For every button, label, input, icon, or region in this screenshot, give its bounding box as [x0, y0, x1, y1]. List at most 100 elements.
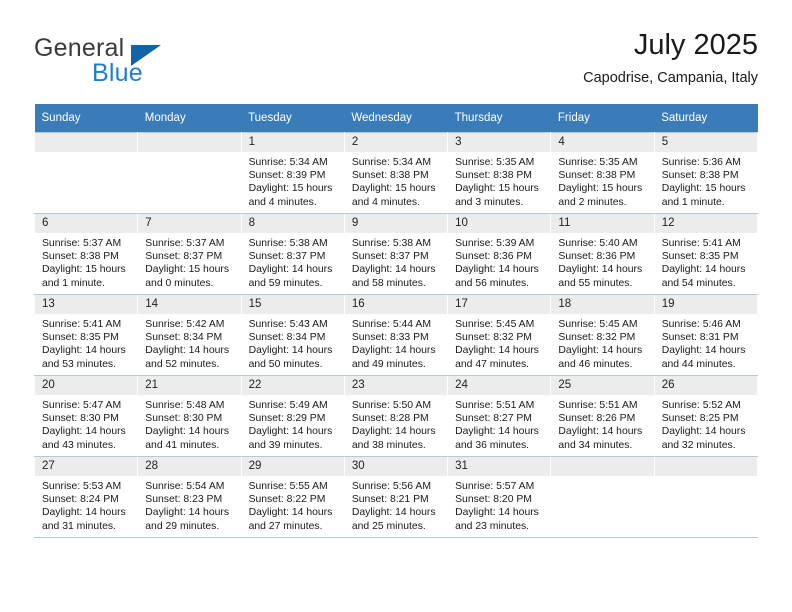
calendar-day-cell[interactable]: 15 Sunrise: 5:43 AM Sunset: 8:34 PM Dayligh… — [240, 294, 345, 376]
calendar-day-cell[interactable]: 23 Sunrise: 5:50 AM Sunset: 8:28 PM Dayligh… — [343, 375, 449, 457]
sunset-text: Sunset: 8:37 PM — [145, 251, 223, 263]
daylight-text: Daylight: 14 hours and 56 minutes. — [455, 264, 539, 289]
day-sun-info: Sunrise: 5:46 AM Sunset: 8:31 PM Daylight:… — [655, 314, 757, 371]
sunrise-text: Sunrise: 5:37 AM — [42, 238, 122, 249]
day-cell-inner: 18 Sunrise: 5:45 AM Sunset: 8:32 PM Dayligh… — [551, 295, 654, 375]
day-cell-inner: 22 Sunrise: 5:49 AM Sunset: 8:29 PM Dayligh… — [241, 376, 344, 456]
calendar-day-cell[interactable]: 13 Sunrise: 5:41 AM Sunset: 8:35 PM Dayligh… — [33, 294, 139, 376]
day-sun-info: Sunrise: 5:56 AM Sunset: 8:21 PM Daylight:… — [345, 476, 447, 533]
calendar-day-cell-empty — [550, 456, 655, 538]
calendar-day-cell[interactable]: 21 Sunrise: 5:48 AM Sunset: 8:30 PM Dayligh… — [137, 375, 242, 457]
day-number: 14 — [138, 295, 241, 314]
day-number: 16 — [344, 295, 448, 314]
calendar-day-cell[interactable]: 18 Sunrise: 5:45 AM Sunset: 8:32 PM Dayligh… — [550, 294, 655, 376]
day-cell-inner: 4 Sunrise: 5:35 AM Sunset: 8:38 PM Daylight… — [551, 133, 654, 213]
day-cell-inner: 21 Sunrise: 5:48 AM Sunset: 8:30 PM Dayligh… — [138, 376, 241, 456]
calendar-day-cell[interactable]: 26 Sunrise: 5:52 AM Sunset: 8:25 PM Dayligh… — [653, 375, 759, 457]
calendar-day-cell[interactable]: 9 Sunrise: 5:38 AM Sunset: 8:37 PM Daylight… — [343, 213, 449, 295]
calendar-day-cell[interactable]: 7 Sunrise: 5:37 AM Sunset: 8:37 PM Daylight… — [137, 213, 242, 295]
daylight-text: Daylight: 14 hours and 39 minutes. — [248, 426, 333, 451]
calendar-day-cell[interactable]: 31 Sunrise: 5:57 AM Sunset: 8:20 PM Dayligh… — [447, 456, 552, 538]
sunset-text: Sunset: 8:28 PM — [351, 413, 429, 425]
sunset-text: Sunset: 8:32 PM — [558, 332, 636, 344]
sunrise-text: Sunrise: 5:48 AM — [145, 400, 225, 411]
calendar-day-cell[interactable]: 25 Sunrise: 5:51 AM Sunset: 8:26 PM Dayligh… — [550, 375, 655, 457]
calendar-day-cell[interactable]: 8 Sunrise: 5:38 AM Sunset: 8:37 PM Daylight… — [240, 213, 345, 295]
day-sun-info: Sunrise: 5:34 AM Sunset: 8:39 PM Daylight:… — [242, 152, 344, 209]
sunrise-text: Sunrise: 5:45 AM — [558, 319, 638, 330]
day-number: 24 — [448, 376, 551, 395]
daylight-text: Daylight: 14 hours and 59 minutes. — [248, 264, 333, 289]
day-number: 30 — [344, 457, 448, 476]
day-cell-inner: 29 Sunrise: 5:55 AM Sunset: 8:22 PM Dayligh… — [241, 457, 344, 537]
day-number: 9 — [344, 214, 448, 233]
sunset-text: Sunset: 8:30 PM — [42, 413, 119, 425]
calendar-day-cell[interactable]: 14 Sunrise: 5:42 AM Sunset: 8:34 PM Dayligh… — [137, 294, 242, 376]
day-sun-info: Sunrise: 5:54 AM Sunset: 8:23 PM Daylight:… — [138, 476, 240, 533]
daylight-text: Daylight: 15 hours and 1 minute. — [42, 264, 126, 289]
sunset-text: Sunset: 8:34 PM — [145, 332, 223, 344]
calendar-day-cell[interactable]: 4 Sunrise: 5:35 AM Sunset: 8:38 PM Daylight… — [550, 132, 655, 214]
day-cell-inner: 17 Sunrise: 5:45 AM Sunset: 8:32 PM Dayligh… — [448, 295, 551, 375]
calendar-day-cell[interactable]: 19 Sunrise: 5:46 AM Sunset: 8:31 PM Dayligh… — [653, 294, 759, 376]
calendar-day-cell[interactable]: 29 Sunrise: 5:55 AM Sunset: 8:22 PM Dayligh… — [240, 456, 345, 538]
sunset-text: Sunset: 8:35 PM — [42, 332, 119, 344]
day-cell-inner: 9 Sunrise: 5:38 AM Sunset: 8:37 PM Daylight… — [344, 214, 448, 294]
calendar-day-cell[interactable]: 27 Sunrise: 5:53 AM Sunset: 8:24 PM Dayligh… — [33, 456, 139, 538]
sunset-text: Sunset: 8:25 PM — [661, 413, 739, 425]
calendar-day-cell[interactable]: 10 Sunrise: 5:39 AM Sunset: 8:36 PM Dayligh… — [447, 213, 552, 295]
calendar-day-cell[interactable]: 22 Sunrise: 5:49 AM Sunset: 8:29 PM Dayligh… — [240, 375, 345, 457]
calendar-day-cell[interactable]: 5 Sunrise: 5:36 AM Sunset: 8:38 PM Daylight… — [653, 132, 759, 214]
day-sun-info: Sunrise: 5:57 AM Sunset: 8:20 PM Daylight:… — [448, 476, 550, 533]
daylight-text: Daylight: 14 hours and 54 minutes. — [661, 264, 746, 289]
sunrise-text: Sunrise: 5:34 AM — [248, 157, 328, 168]
calendar-week-row: 6 Sunrise: 5:37 AM Sunset: 8:38 PM Daylight… — [33, 213, 759, 295]
weekday-header-friday: Friday — [550, 104, 655, 133]
calendar-day-cell[interactable]: 1 Sunrise: 5:34 AM Sunset: 8:39 PM Daylight… — [240, 132, 345, 214]
sunset-text: Sunset: 8:38 PM — [558, 170, 636, 182]
calendar-day-cell[interactable]: 11 Sunrise: 5:40 AM Sunset: 8:36 PM Dayligh… — [550, 213, 655, 295]
day-sun-info: Sunrise: 5:49 AM Sunset: 8:29 PM Daylight:… — [242, 395, 344, 452]
sunrise-text: Sunrise: 5:35 AM — [558, 157, 638, 168]
day-number: 23 — [344, 376, 448, 395]
calendar-day-cell[interactable]: 6 Sunrise: 5:37 AM Sunset: 8:38 PM Daylight… — [33, 213, 139, 295]
sunset-text: Sunset: 8:30 PM — [145, 413, 223, 425]
day-cell-inner: 2 Sunrise: 5:34 AM Sunset: 8:38 PM Daylight… — [344, 133, 448, 213]
sunset-text: Sunset: 8:37 PM — [351, 251, 429, 263]
daylight-text: Daylight: 14 hours and 27 minutes. — [248, 507, 333, 532]
calendar-day-cell[interactable]: 12 Sunrise: 5:41 AM Sunset: 8:35 PM Dayligh… — [653, 213, 759, 295]
calendar-day-cell[interactable]: 24 Sunrise: 5:51 AM Sunset: 8:27 PM Dayligh… — [447, 375, 552, 457]
sunrise-text: Sunrise: 5:47 AM — [42, 400, 122, 411]
day-cell-inner — [654, 457, 757, 537]
daylight-text: Daylight: 14 hours and 43 minutes. — [42, 426, 126, 451]
day-cell-inner: 10 Sunrise: 5:39 AM Sunset: 8:36 PM Dayligh… — [448, 214, 551, 294]
daylight-text: Daylight: 14 hours and 58 minutes. — [351, 264, 436, 289]
weekday-header-tuesday: Tuesday — [241, 104, 345, 133]
calendar-day-cell[interactable]: 28 Sunrise: 5:54 AM Sunset: 8:23 PM Dayligh… — [137, 456, 242, 538]
daylight-text: Daylight: 14 hours and 31 minutes. — [42, 507, 126, 532]
day-cell-inner: 13 Sunrise: 5:41 AM Sunset: 8:35 PM Dayligh… — [35, 295, 138, 375]
weekday-header-sunday: Sunday — [34, 104, 138, 133]
general-blue-logo[interactable]: General Blue — [34, 34, 254, 92]
calendar-day-cell[interactable]: 20 Sunrise: 5:47 AM Sunset: 8:30 PM Dayligh… — [33, 375, 139, 457]
daylight-text: Daylight: 14 hours and 50 minutes. — [248, 345, 333, 370]
sunset-text: Sunset: 8:27 PM — [455, 413, 532, 425]
day-sun-info: Sunrise: 5:40 AM Sunset: 8:36 PM Daylight:… — [551, 233, 653, 290]
calendar-day-cell[interactable]: 30 Sunrise: 5:56 AM Sunset: 8:21 PM Dayligh… — [343, 456, 449, 538]
calendar-day-cell[interactable]: 2 Sunrise: 5:34 AM Sunset: 8:38 PM Daylight… — [343, 132, 449, 214]
page-subtitle: Capodrise, Campania, Italy — [583, 70, 758, 86]
sunset-text: Sunset: 8:34 PM — [248, 332, 326, 344]
day-cell-inner — [138, 133, 241, 213]
calendar-day-cell[interactable]: 3 Sunrise: 5:35 AM Sunset: 8:38 PM Daylight… — [447, 132, 552, 214]
calendar-week-row: 20 Sunrise: 5:47 AM Sunset: 8:30 PM Dayligh… — [33, 375, 759, 457]
daylight-text: Daylight: 15 hours and 1 minute. — [661, 183, 746, 208]
calendar-day-cell[interactable]: 16 Sunrise: 5:44 AM Sunset: 8:33 PM Dayligh… — [343, 294, 449, 376]
day-number: 1 — [241, 133, 344, 152]
calendar-day-cell[interactable]: 17 Sunrise: 5:45 AM Sunset: 8:32 PM Dayligh… — [447, 294, 552, 376]
sunset-text: Sunset: 8:21 PM — [351, 494, 429, 506]
day-cell-inner: 30 Sunrise: 5:56 AM Sunset: 8:21 PM Dayligh… — [344, 457, 448, 537]
sunset-text: Sunset: 8:38 PM — [42, 251, 119, 263]
day-cell-inner: 24 Sunrise: 5:51 AM Sunset: 8:27 PM Dayligh… — [448, 376, 551, 456]
daylight-text: Daylight: 14 hours and 44 minutes. — [661, 345, 746, 370]
day-sun-info: Sunrise: 5:45 AM Sunset: 8:32 PM Daylight:… — [448, 314, 550, 371]
